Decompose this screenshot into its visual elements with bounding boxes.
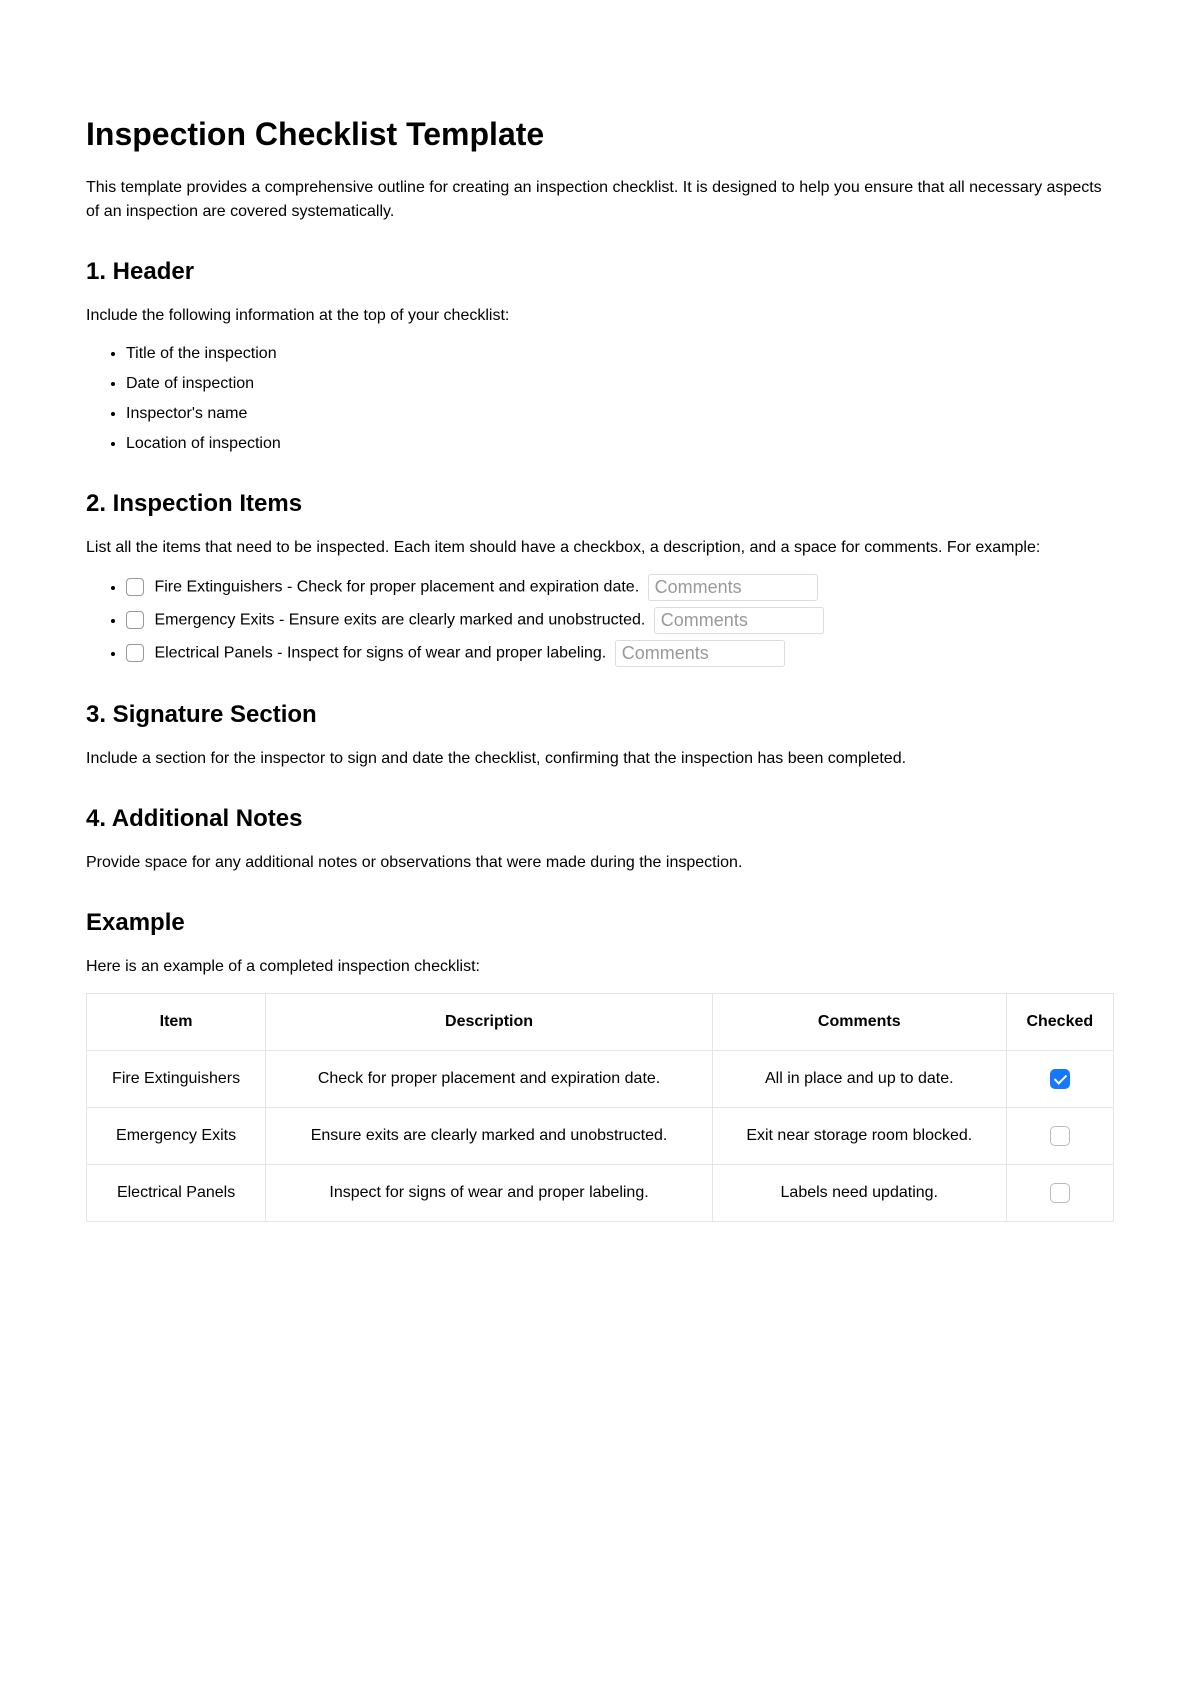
cell-checked: [1006, 1165, 1113, 1222]
inspection-item: Emergency Exits - Ensure exits are clear…: [126, 607, 1114, 634]
header-bullet: Date of inspection: [126, 372, 1114, 396]
section-header-text: Include the following information at the…: [86, 304, 1114, 328]
row-checkbox[interactable]: [1050, 1126, 1070, 1146]
header-bullet-list: Title of the inspection Date of inspecti…: [86, 342, 1114, 456]
header-bullet: Inspector's name: [126, 402, 1114, 426]
cell-description: Inspect for signs of wear and proper lab…: [266, 1165, 713, 1222]
item-checkbox[interactable]: [126, 611, 144, 629]
table-row: Electrical Panels Inspect for signs of w…: [87, 1165, 1114, 1222]
cell-description: Ensure exits are clearly marked and unob…: [266, 1108, 713, 1165]
item-comments-input[interactable]: [615, 640, 785, 667]
header-bullet: Location of inspection: [126, 432, 1114, 456]
inspection-items-list: Fire Extinguishers - Check for proper pl…: [86, 574, 1114, 667]
intro-text: This template provides a comprehensive o…: [86, 176, 1114, 224]
section-example-text: Here is an example of a completed inspec…: [86, 955, 1114, 979]
col-checked: Checked: [1006, 994, 1113, 1051]
item-label: Fire Extinguishers - Check for proper pl…: [154, 579, 639, 596]
item-label: Electrical Panels - Inspect for signs of…: [154, 645, 606, 662]
section-notes-heading: 4. Additional Notes: [86, 801, 1114, 837]
table-row: Emergency Exits Ensure exits are clearly…: [87, 1108, 1114, 1165]
row-checkbox[interactable]: [1050, 1069, 1070, 1089]
cell-checked: [1006, 1051, 1113, 1108]
item-comments-input[interactable]: [654, 607, 824, 634]
section-signature-heading: 3. Signature Section: [86, 697, 1114, 733]
header-bullet: Title of the inspection: [126, 342, 1114, 366]
col-comments: Comments: [712, 994, 1006, 1051]
item-label: Emergency Exits - Ensure exits are clear…: [154, 612, 645, 629]
cell-item: Fire Extinguishers: [87, 1051, 266, 1108]
cell-checked: [1006, 1108, 1113, 1165]
cell-comments: Labels need updating.: [712, 1165, 1006, 1222]
item-comments-input[interactable]: [648, 574, 818, 601]
section-notes-text: Provide space for any additional notes o…: [86, 851, 1114, 875]
cell-comments: All in place and up to date.: [712, 1051, 1006, 1108]
cell-item: Electrical Panels: [87, 1165, 266, 1222]
item-checkbox[interactable]: [126, 578, 144, 596]
table-row: Fire Extinguishers Check for proper plac…: [87, 1051, 1114, 1108]
inspection-item: Fire Extinguishers - Check for proper pl…: [126, 574, 1114, 601]
col-item: Item: [87, 994, 266, 1051]
section-header-heading: 1. Header: [86, 254, 1114, 290]
section-example-heading: Example: [86, 905, 1114, 941]
item-checkbox[interactable]: [126, 644, 144, 662]
cell-comments: Exit near storage room blocked.: [712, 1108, 1006, 1165]
table-header-row: Item Description Comments Checked: [87, 994, 1114, 1051]
page-title: Inspection Checklist Template: [86, 110, 1114, 158]
cell-description: Check for proper placement and expiratio…: [266, 1051, 713, 1108]
cell-item: Emergency Exits: [87, 1108, 266, 1165]
inspection-item: Electrical Panels - Inspect for signs of…: [126, 640, 1114, 667]
section-signature-text: Include a section for the inspector to s…: [86, 747, 1114, 771]
row-checkbox[interactable]: [1050, 1183, 1070, 1203]
section-items-heading: 2. Inspection Items: [86, 486, 1114, 522]
col-description: Description: [266, 994, 713, 1051]
section-items-text: List all the items that need to be inspe…: [86, 536, 1114, 560]
example-table: Item Description Comments Checked Fire E…: [86, 993, 1114, 1222]
